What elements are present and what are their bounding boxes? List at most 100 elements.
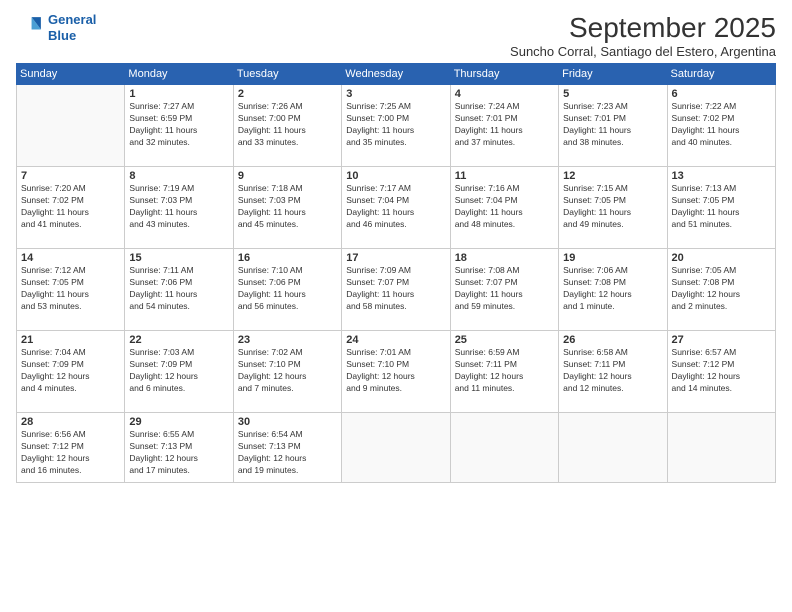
day-cell: 24Sunrise: 7:01 AM Sunset: 7:10 PM Dayli… — [342, 331, 450, 413]
day-info: Sunrise: 6:56 AM Sunset: 7:12 PM Dayligh… — [21, 429, 120, 477]
day-info: Sunrise: 6:55 AM Sunset: 7:13 PM Dayligh… — [129, 429, 228, 477]
day-cell: 1Sunrise: 7:27 AM Sunset: 6:59 PM Daylig… — [125, 85, 233, 167]
day-info: Sunrise: 7:16 AM Sunset: 7:04 PM Dayligh… — [455, 183, 554, 231]
day-cell: 15Sunrise: 7:11 AM Sunset: 7:06 PM Dayli… — [125, 249, 233, 331]
day-number: 29 — [129, 416, 228, 428]
day-number: 3 — [346, 88, 445, 100]
week-row-4: 21Sunrise: 7:04 AM Sunset: 7:09 PM Dayli… — [17, 331, 776, 413]
header-monday: Monday — [125, 64, 233, 85]
day-cell: 2Sunrise: 7:26 AM Sunset: 7:00 PM Daylig… — [233, 85, 341, 167]
day-number: 11 — [455, 170, 554, 182]
day-cell: 26Sunrise: 6:58 AM Sunset: 7:11 PM Dayli… — [559, 331, 667, 413]
day-info: Sunrise: 7:24 AM Sunset: 7:01 PM Dayligh… — [455, 101, 554, 149]
day-number: 9 — [238, 170, 337, 182]
day-cell: 3Sunrise: 7:25 AM Sunset: 7:00 PM Daylig… — [342, 85, 450, 167]
calendar-header: SundayMondayTuesdayWednesdayThursdayFrid… — [17, 64, 776, 85]
day-number: 30 — [238, 416, 337, 428]
day-number: 6 — [672, 88, 771, 100]
day-info: Sunrise: 7:12 AM Sunset: 7:05 PM Dayligh… — [21, 265, 120, 313]
header-wednesday: Wednesday — [342, 64, 450, 85]
header-thursday: Thursday — [450, 64, 558, 85]
logo-blue-word: Blue — [48, 28, 76, 43]
day-info: Sunrise: 6:59 AM Sunset: 7:11 PM Dayligh… — [455, 347, 554, 395]
day-cell: 25Sunrise: 6:59 AM Sunset: 7:11 PM Dayli… — [450, 331, 558, 413]
day-number: 22 — [129, 334, 228, 346]
logo: General Blue — [16, 12, 96, 43]
day-number: 12 — [563, 170, 662, 182]
day-cell: 17Sunrise: 7:09 AM Sunset: 7:07 PM Dayli… — [342, 249, 450, 331]
day-cell: 11Sunrise: 7:16 AM Sunset: 7:04 PM Dayli… — [450, 167, 558, 249]
day-info: Sunrise: 7:11 AM Sunset: 7:06 PM Dayligh… — [129, 265, 228, 313]
day-number: 10 — [346, 170, 445, 182]
day-info: Sunrise: 7:09 AM Sunset: 7:07 PM Dayligh… — [346, 265, 445, 313]
day-cell: 10Sunrise: 7:17 AM Sunset: 7:04 PM Dayli… — [342, 167, 450, 249]
day-cell — [342, 413, 450, 483]
month-title: September 2025 — [510, 12, 776, 44]
day-cell: 30Sunrise: 6:54 AM Sunset: 7:13 PM Dayli… — [233, 413, 341, 483]
day-cell: 6Sunrise: 7:22 AM Sunset: 7:02 PM Daylig… — [667, 85, 775, 167]
day-cell: 8Sunrise: 7:19 AM Sunset: 7:03 PM Daylig… — [125, 167, 233, 249]
logo-general: General — [48, 12, 96, 27]
day-cell — [667, 413, 775, 483]
day-info: Sunrise: 7:23 AM Sunset: 7:01 PM Dayligh… — [563, 101, 662, 149]
day-cell: 5Sunrise: 7:23 AM Sunset: 7:01 PM Daylig… — [559, 85, 667, 167]
header: General Blue September 2025 Suncho Corra… — [16, 12, 776, 59]
page: General Blue September 2025 Suncho Corra… — [0, 0, 792, 612]
day-cell: 16Sunrise: 7:10 AM Sunset: 7:06 PM Dayli… — [233, 249, 341, 331]
day-number: 8 — [129, 170, 228, 182]
day-cell — [559, 413, 667, 483]
header-sunday: Sunday — [17, 64, 125, 85]
day-info: Sunrise: 7:27 AM Sunset: 6:59 PM Dayligh… — [129, 101, 228, 149]
day-number: 20 — [672, 252, 771, 264]
day-info: Sunrise: 7:08 AM Sunset: 7:07 PM Dayligh… — [455, 265, 554, 313]
day-info: Sunrise: 7:25 AM Sunset: 7:00 PM Dayligh… — [346, 101, 445, 149]
day-cell: 14Sunrise: 7:12 AM Sunset: 7:05 PM Dayli… — [17, 249, 125, 331]
header-tuesday: Tuesday — [233, 64, 341, 85]
day-cell: 22Sunrise: 7:03 AM Sunset: 7:09 PM Dayli… — [125, 331, 233, 413]
day-cell: 27Sunrise: 6:57 AM Sunset: 7:12 PM Dayli… — [667, 331, 775, 413]
logo-text: General Blue — [48, 12, 96, 43]
day-number: 5 — [563, 88, 662, 100]
day-info: Sunrise: 7:02 AM Sunset: 7:10 PM Dayligh… — [238, 347, 337, 395]
day-info: Sunrise: 7:05 AM Sunset: 7:08 PM Dayligh… — [672, 265, 771, 313]
day-cell: 29Sunrise: 6:55 AM Sunset: 7:13 PM Dayli… — [125, 413, 233, 483]
subtitle: Suncho Corral, Santiago del Estero, Arge… — [510, 44, 776, 59]
day-info: Sunrise: 6:58 AM Sunset: 7:11 PM Dayligh… — [563, 347, 662, 395]
week-row-2: 7Sunrise: 7:20 AM Sunset: 7:02 PM Daylig… — [17, 167, 776, 249]
day-info: Sunrise: 7:03 AM Sunset: 7:09 PM Dayligh… — [129, 347, 228, 395]
day-info: Sunrise: 7:18 AM Sunset: 7:03 PM Dayligh… — [238, 183, 337, 231]
day-info: Sunrise: 7:04 AM Sunset: 7:09 PM Dayligh… — [21, 347, 120, 395]
day-cell: 13Sunrise: 7:13 AM Sunset: 7:05 PM Dayli… — [667, 167, 775, 249]
day-info: Sunrise: 6:54 AM Sunset: 7:13 PM Dayligh… — [238, 429, 337, 477]
day-number: 24 — [346, 334, 445, 346]
calendar-body: 1Sunrise: 7:27 AM Sunset: 6:59 PM Daylig… — [17, 85, 776, 483]
day-cell: 9Sunrise: 7:18 AM Sunset: 7:03 PM Daylig… — [233, 167, 341, 249]
header-saturday: Saturday — [667, 64, 775, 85]
day-info: Sunrise: 7:10 AM Sunset: 7:06 PM Dayligh… — [238, 265, 337, 313]
day-number: 28 — [21, 416, 120, 428]
day-info: Sunrise: 7:13 AM Sunset: 7:05 PM Dayligh… — [672, 183, 771, 231]
day-number: 19 — [563, 252, 662, 264]
day-cell: 12Sunrise: 7:15 AM Sunset: 7:05 PM Dayli… — [559, 167, 667, 249]
day-cell: 18Sunrise: 7:08 AM Sunset: 7:07 PM Dayli… — [450, 249, 558, 331]
day-number: 13 — [672, 170, 771, 182]
day-number: 16 — [238, 252, 337, 264]
logo-icon — [16, 14, 44, 42]
day-number: 15 — [129, 252, 228, 264]
day-info: Sunrise: 7:20 AM Sunset: 7:02 PM Dayligh… — [21, 183, 120, 231]
day-cell: 23Sunrise: 7:02 AM Sunset: 7:10 PM Dayli… — [233, 331, 341, 413]
day-info: Sunrise: 7:26 AM Sunset: 7:00 PM Dayligh… — [238, 101, 337, 149]
day-cell: 21Sunrise: 7:04 AM Sunset: 7:09 PM Dayli… — [17, 331, 125, 413]
day-cell — [450, 413, 558, 483]
calendar: SundayMondayTuesdayWednesdayThursdayFrid… — [16, 63, 776, 483]
day-cell: 20Sunrise: 7:05 AM Sunset: 7:08 PM Dayli… — [667, 249, 775, 331]
week-row-3: 14Sunrise: 7:12 AM Sunset: 7:05 PM Dayli… — [17, 249, 776, 331]
day-info: Sunrise: 6:57 AM Sunset: 7:12 PM Dayligh… — [672, 347, 771, 395]
day-info: Sunrise: 7:17 AM Sunset: 7:04 PM Dayligh… — [346, 183, 445, 231]
day-cell: 28Sunrise: 6:56 AM Sunset: 7:12 PM Dayli… — [17, 413, 125, 483]
day-number: 14 — [21, 252, 120, 264]
day-number: 23 — [238, 334, 337, 346]
day-number: 1 — [129, 88, 228, 100]
day-info: Sunrise: 7:22 AM Sunset: 7:02 PM Dayligh… — [672, 101, 771, 149]
day-number: 27 — [672, 334, 771, 346]
